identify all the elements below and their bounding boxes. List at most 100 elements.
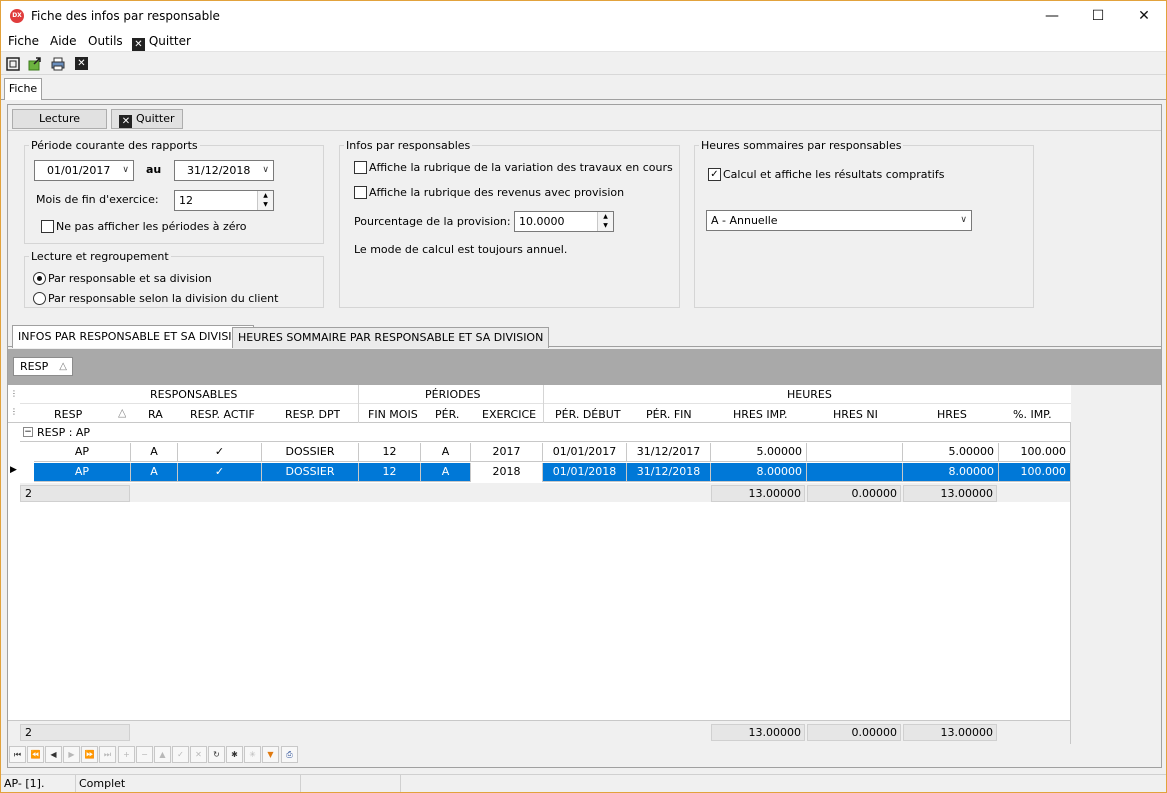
tab-infos-division[interactable]: INFOS PAR RESPONSABLE ET SA DIVISION (12, 325, 255, 348)
period-to-select[interactable]: 31/12/2018 ∨ (174, 160, 274, 181)
next-record-icon[interactable]: ▶ (63, 746, 80, 763)
col-exercice[interactable]: EXERCICE (482, 408, 536, 421)
column-chooser-icon[interactable]: ⋮ (10, 407, 18, 416)
table-row[interactable]: AP A ✓ DOSSIER 12 A 2017 01/01/2017 31/1… (34, 443, 1070, 462)
print-icon[interactable] (51, 57, 65, 71)
zero-periods-checkbox[interactable] (41, 220, 54, 233)
group-sum-hres-ni: 0.00000 (807, 485, 901, 502)
cell-exercice-focused[interactable]: 2018 (471, 463, 543, 482)
grid-header: ⋮ ⋮ RESPONSABLES PÉRIODES HEURES RESP △ … (8, 385, 1071, 423)
cell-fin-mois: 12 (359, 443, 421, 462)
prev-page-icon[interactable]: ⏪ (27, 746, 44, 763)
col-ra[interactable]: RA (148, 408, 163, 421)
col-pct-imp[interactable]: %. IMP. (1013, 408, 1052, 421)
calcul-note: Le mode de calcul est toujours annuel. (354, 243, 568, 256)
goto-bookmark-icon[interactable]: ✳ (244, 746, 261, 763)
period-from-value: 01/01/2017 (47, 164, 111, 177)
menu-quitter[interactable]: ✕ Quitter (132, 34, 191, 51)
stepper-arrows-icon[interactable]: ▲ ▼ (257, 191, 273, 210)
cell-hres-imp: 5.00000 (711, 443, 807, 462)
mois-fin-stepper[interactable]: 12 ▲ ▼ (174, 190, 274, 211)
refresh-icon[interactable]: ↻ (208, 746, 225, 763)
current-row-indicator-icon: ▶ (10, 465, 17, 475)
col-per-fin[interactable]: PÉR. FIN (646, 408, 692, 421)
lecture-legend: Lecture et regroupement (31, 250, 169, 263)
status-record: AP- [1]. (1, 775, 76, 792)
title-bar: DX Fiche des infos par responsable — ☐ ✕ (1, 1, 1166, 32)
frequence-select[interactable]: A - Annuelle ∨ (706, 210, 972, 231)
frame-icon[interactable] (6, 57, 20, 71)
cell-hres: 5.00000 (903, 443, 999, 462)
group-chip-resp[interactable]: RESP △ (13, 357, 73, 376)
cell-dpt: DOSSIER (262, 443, 359, 462)
revenus-provision-checkbox[interactable] (354, 186, 367, 199)
col-hres[interactable]: HRES (937, 408, 967, 421)
collapse-icon[interactable]: − (23, 427, 33, 437)
cell-actif-checkbox[interactable]: ✓ (178, 443, 262, 462)
post-record-icon[interactable]: ✓ (172, 746, 189, 763)
quitter-button[interactable]: ✕ Quitter (111, 109, 183, 129)
band-separator (358, 385, 359, 423)
next-page-icon[interactable]: ⏩ (81, 746, 98, 763)
filter-icon[interactable]: ▼ (262, 746, 279, 763)
close-window-button[interactable]: ✕ (1121, 1, 1166, 31)
cell-pct-imp: 100.000 (1020, 445, 1067, 458)
cell-actif-checkbox[interactable]: ✓ (178, 463, 262, 482)
delete-record-icon[interactable]: − (136, 746, 153, 763)
col-resp-dpt[interactable]: RESP. DPT (285, 408, 340, 421)
cell-per: A (421, 463, 471, 482)
provision-pct-stepper[interactable]: 10.0000 ▲ ▼ (514, 211, 614, 232)
band-periodes: PÉRIODES (425, 388, 481, 401)
print-icon[interactable]: ⎙ (281, 746, 298, 763)
col-hres-ni[interactable]: HRES NI (833, 408, 878, 421)
mois-fin-value: 12 (179, 194, 193, 207)
cell-hres-ni (807, 463, 903, 482)
maximize-button[interactable]: ☐ (1075, 1, 1121, 31)
radio-par-responsable-division[interactable] (33, 272, 46, 285)
bookmark-icon[interactable]: ✱ (226, 746, 243, 763)
variation-travaux-checkbox[interactable] (354, 161, 367, 174)
cell-resp: AP (34, 443, 131, 462)
band-separator (543, 385, 544, 423)
menu-quitter-label: Quitter (148, 34, 191, 48)
insert-record-icon[interactable]: + (118, 746, 135, 763)
col-resp[interactable]: RESP (54, 408, 82, 421)
col-resp-actif[interactable]: RESP. ACTIF (190, 408, 255, 421)
tab-heures-division[interactable]: HEURES SOMMAIRE PAR RESPONSABLE ET SA DI… (232, 327, 550, 348)
group-row[interactable]: − RESP : AP (20, 424, 1071, 442)
tab-fiche[interactable]: Fiche (4, 78, 42, 100)
radio-opt1-label: Par responsable et sa division (48, 272, 212, 285)
cancel-record-icon[interactable]: ✕ (190, 746, 207, 763)
edit-record-icon[interactable]: ▲ (154, 746, 171, 763)
period-from-select[interactable]: 01/01/2017 ∨ (34, 160, 134, 181)
table-row-selected[interactable]: AP A ✓ DOSSIER 12 A 2018 01/01/2018 31/1… (34, 463, 1070, 482)
lecture-button[interactable]: Lecture (12, 109, 107, 129)
col-hres-imp[interactable]: HRES IMP. (733, 408, 788, 421)
periode-legend: Période courante des rapports (31, 139, 198, 152)
col-per-debut[interactable]: PÉR. DÉBUT (555, 408, 621, 421)
toolbar: ✕ (1, 53, 1166, 75)
infos-legend: Infos par responsables (346, 139, 471, 152)
frequence-value: A - Annuelle (711, 214, 778, 227)
prev-record-icon[interactable]: ◀ (45, 746, 62, 763)
close-icon[interactable]: ✕ (75, 57, 88, 70)
minimize-button[interactable]: — (1029, 1, 1075, 31)
export-icon[interactable] (28, 57, 42, 71)
calcul-comparatif-checkbox[interactable]: ✓ (708, 168, 721, 181)
cell-resp: AP (34, 463, 131, 482)
main-tab-strip: Fiche (1, 76, 1166, 100)
stepper-arrows-icon[interactable]: ▲ ▼ (597, 212, 613, 231)
col-fin-mois[interactable]: FIN MOIS (368, 408, 418, 421)
provision-pct-value: 10.0000 (519, 215, 565, 228)
first-record-icon[interactable]: ⏮ (9, 746, 26, 763)
menu-aide[interactable]: Aide (50, 34, 77, 48)
menu-fiche[interactable]: Fiche (8, 34, 39, 48)
grid-footer: 2 13.00000 0.00000 13.00000 (8, 720, 1071, 744)
menu-outils[interactable]: Outils (88, 34, 123, 48)
column-chooser-icon[interactable]: ⋮ (10, 389, 18, 398)
group-chip-label: RESP (20, 360, 49, 373)
radio-par-division-client[interactable] (33, 292, 46, 305)
last-record-icon[interactable]: ⏭ (99, 746, 116, 763)
status-state: Complet (76, 775, 301, 792)
col-per[interactable]: PÉR. (435, 408, 459, 421)
